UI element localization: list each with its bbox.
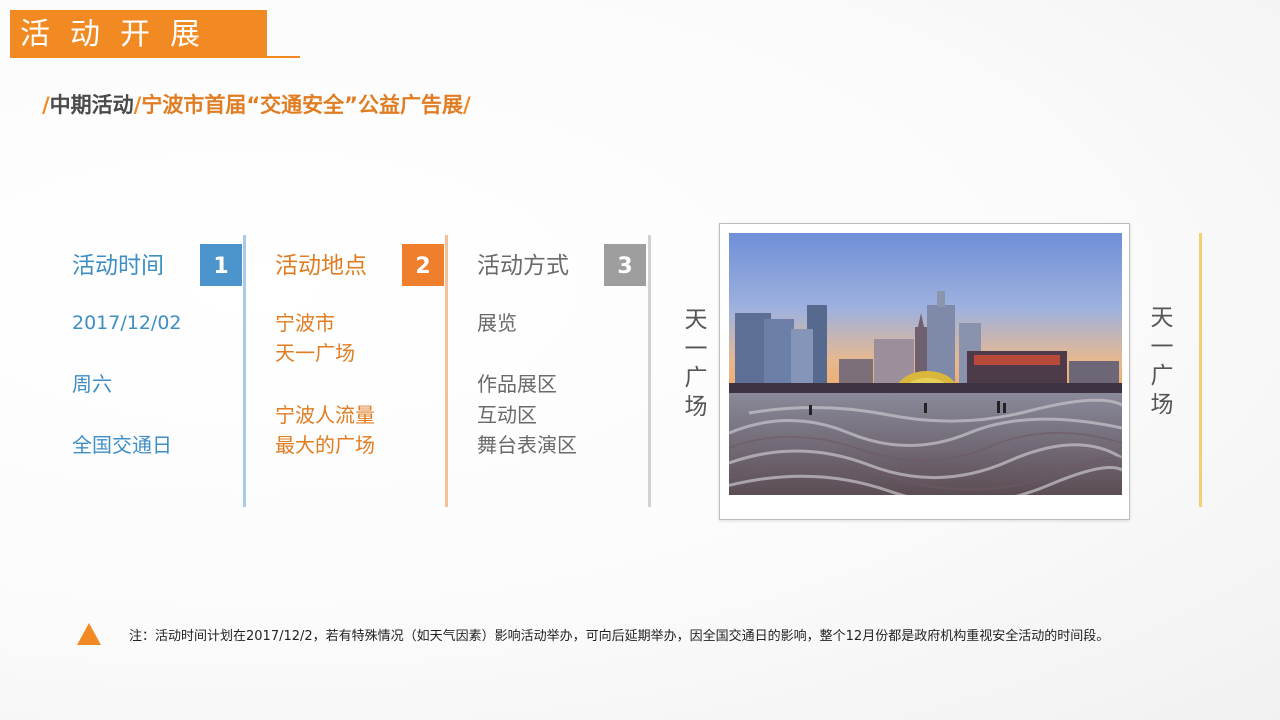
section-subtitle: /中期活动/宁波市首届“交通安全”公益广告展/ [42,90,471,120]
footnote: 注：活动时间计划在2017/12/2，若有特殊情况（如天气因素）影响活动举办，可… [129,629,1110,644]
photo-caption-left: 天一广场 [684,307,708,420]
subtitle-slash-1: / [42,93,50,117]
number-badge-1: 1 [200,244,242,286]
column-divider-1 [243,235,246,507]
subtitle-event-name: 宁波市首届“交通安全”公益广告展 [141,93,463,117]
column-divider-3 [648,235,651,507]
column-title-format: 活动方式 [477,253,569,279]
format-area-interactive: 互动区 [477,403,537,427]
location-square: 天一广场 [275,341,355,365]
number-badge-3: 3 [604,244,646,286]
column-title-location: 活动地点 [275,253,367,279]
square-photo [729,233,1122,495]
format-exhibition: 展览 [477,311,517,335]
time-occasion: 全国交通日 [72,433,172,457]
format-area-stage: 舞台表演区 [477,433,577,457]
format-area-works: 作品展区 [477,372,557,396]
subtitle-phase: 中期活动 [49,93,134,117]
location-desc-2: 最大的广场 [275,433,375,457]
triangle-warning-icon [77,623,101,645]
page-title: 活动开展 [20,17,220,52]
column-divider-2 [445,235,448,507]
accent-line-right [1199,233,1202,507]
number-badge-2: 2 [402,244,444,286]
subtitle-slash-3: / [462,93,471,117]
time-weekday: 周六 [72,372,112,396]
photo-caption-right: 天一广场 [1150,305,1174,418]
location-city: 宁波市 [275,311,335,335]
time-date: 2017/12/02 [72,312,182,334]
column-title-time: 活动时间 [72,253,164,279]
location-desc-1: 宁波人流量 [275,403,375,427]
title-underline [10,56,300,58]
